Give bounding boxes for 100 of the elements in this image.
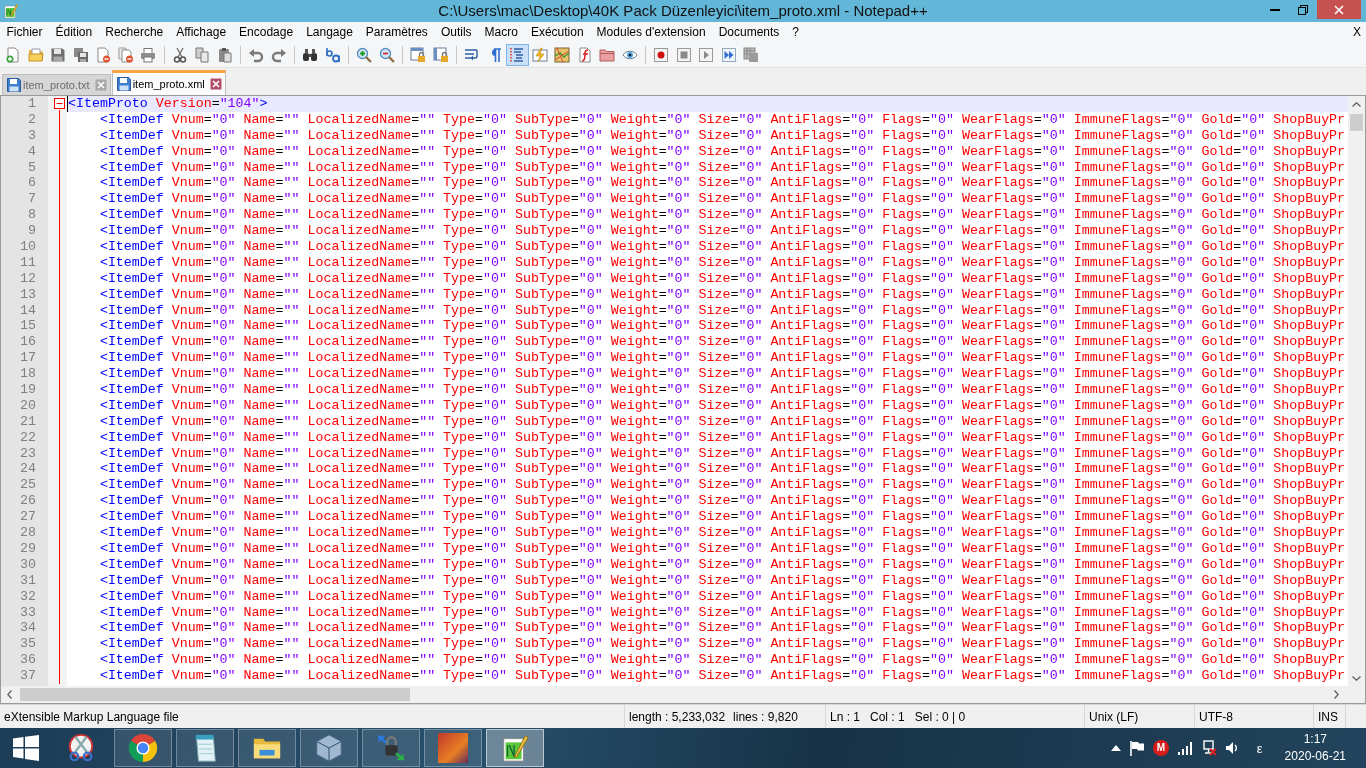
line-number: 23 <box>20 445 36 461</box>
taskbar-app-button[interactable] <box>486 729 544 767</box>
menu-item[interactable]: Langage <box>299 23 360 41</box>
taskbar-app-button[interactable] <box>238 729 296 767</box>
chevron-down-icon[interactable] <box>1352 676 1361 681</box>
indent-guide-button[interactable] <box>506 43 529 66</box>
line-number: 35 <box>20 636 36 652</box>
line-number: 25 <box>20 477 36 493</box>
clipboard-icon <box>216 46 233 63</box>
line-number: 4 <box>28 143 36 159</box>
tab-close-icon[interactable] <box>94 79 107 91</box>
encoding-label[interactable]: UTF-8 <box>1199 709 1233 724</box>
taskbar-app-button[interactable] <box>114 729 172 767</box>
menu-item[interactable]: Édition <box>49 23 99 41</box>
folder-icon <box>599 46 616 63</box>
menu-item[interactable]: Recherche <box>98 23 170 41</box>
menu-item[interactable]: Fichier <box>0 23 49 41</box>
line-number: 9 <box>28 223 36 239</box>
new-file-icon <box>5 46 22 63</box>
clock-time: 1:17 <box>1303 731 1327 748</box>
minimize-icon <box>1270 8 1280 11</box>
line-number: 1 <box>28 96 36 111</box>
magnifier-minus-icon <box>378 46 395 63</box>
speaker-icon[interactable] <box>1224 741 1239 755</box>
chevron-up-icon[interactable] <box>1352 102 1361 107</box>
close-icon <box>1334 4 1344 15</box>
line-number: 30 <box>20 556 36 572</box>
menu-item[interactable]: Outils <box>434 23 479 41</box>
wrap-lines-icon <box>464 46 481 63</box>
line-number: 10 <box>20 239 36 254</box>
line-ending[interactable]: Unix (LF) <box>1089 709 1139 724</box>
scrollbar-thumb[interactable] <box>1350 114 1363 131</box>
line-number: 7 <box>28 191 36 207</box>
scissors-icon <box>66 733 96 763</box>
line-number: 31 <box>20 572 36 588</box>
floppies-icon <box>72 46 89 63</box>
input-language[interactable]: ε <box>1256 740 1263 756</box>
line-number: 32 <box>20 588 36 604</box>
window-panes-icon <box>13 735 39 761</box>
chevron-up-icon[interactable] <box>1110 745 1121 751</box>
line-number: 28 <box>20 525 36 541</box>
line-number: 5 <box>28 159 36 175</box>
clock-date: 2020-06-21 <box>1284 748 1346 765</box>
line-number: 3 <box>28 127 36 143</box>
binoculars-icon <box>302 46 319 63</box>
window-lock-icon <box>432 46 449 63</box>
taskbar-app-button[interactable] <box>176 729 234 767</box>
pages-minus-icon <box>117 46 134 63</box>
fast-forward-icon <box>720 46 737 63</box>
menu-item[interactable]: Paramètres <box>359 23 435 41</box>
text-cursor <box>67 96 68 112</box>
line-number: 12 <box>20 270 36 286</box>
grid-page-icon <box>743 46 760 63</box>
notepad-pen-icon <box>3 3 19 19</box>
close-tab-button[interactable]: X <box>1346 23 1366 41</box>
network-crossed-icon[interactable] <box>1200 740 1217 756</box>
map-icon <box>554 46 571 63</box>
stop-icon <box>675 46 692 63</box>
text-editor[interactable] <box>0 95 1366 704</box>
signal-bars-icon[interactable] <box>1176 741 1193 755</box>
fold-minus-icon[interactable] <box>54 98 65 110</box>
file-tab[interactable]: item_proto.txt <box>2 74 111 95</box>
selection-info: Sel : 0 | 0 <box>914 709 966 724</box>
line-number: 13 <box>20 286 36 302</box>
line-number: 33 <box>20 604 36 620</box>
printer-icon <box>140 46 157 63</box>
tab-close-icon[interactable] <box>209 78 222 90</box>
menu-item[interactable]: Macro <box>478 23 525 41</box>
vertical-scrollbar[interactable] <box>1348 96 1365 686</box>
floppy-icon <box>6 77 22 93</box>
menu-item[interactable]: Documents <box>712 23 786 41</box>
cube-icon <box>314 733 344 763</box>
round-logo-icon <box>128 733 158 763</box>
line-number: 21 <box>20 413 36 429</box>
line-number: 15 <box>20 318 36 334</box>
chevron-left-icon[interactable] <box>7 690 12 699</box>
scrollbar-thumb[interactable] <box>20 688 410 701</box>
menu-item[interactable]: Affichage <box>169 23 233 41</box>
menu-item[interactable]: ? <box>785 23 806 41</box>
menu-item[interactable]: Exécution <box>524 23 591 41</box>
replace-icon <box>324 46 341 63</box>
cursor-line: Ln : 1 <box>830 709 861 724</box>
menu-item[interactable]: Encodage <box>232 23 300 41</box>
floppy-icon <box>50 46 67 63</box>
chevron-right-icon[interactable] <box>1334 690 1339 699</box>
line-number: 16 <box>20 334 36 350</box>
undo-icon <box>248 46 265 63</box>
window-lock-icon <box>410 46 427 63</box>
function-page-icon <box>576 46 593 63</box>
lightning-window-icon <box>531 46 548 63</box>
flag-icon[interactable] <box>1128 740 1145 756</box>
line-number: 27 <box>20 509 36 525</box>
menu-item[interactable]: Modules d'extension <box>590 23 713 41</box>
horizontal-scrollbar[interactable] <box>1 686 1348 703</box>
line-number: 36 <box>20 652 36 668</box>
line-number: 17 <box>20 350 36 366</box>
app-badge[interactable]: M <box>1152 740 1169 756</box>
record-icon <box>653 46 670 63</box>
file-tab[interactable]: item_proto.xml <box>111 70 226 95</box>
line-number: 24 <box>20 461 36 477</box>
